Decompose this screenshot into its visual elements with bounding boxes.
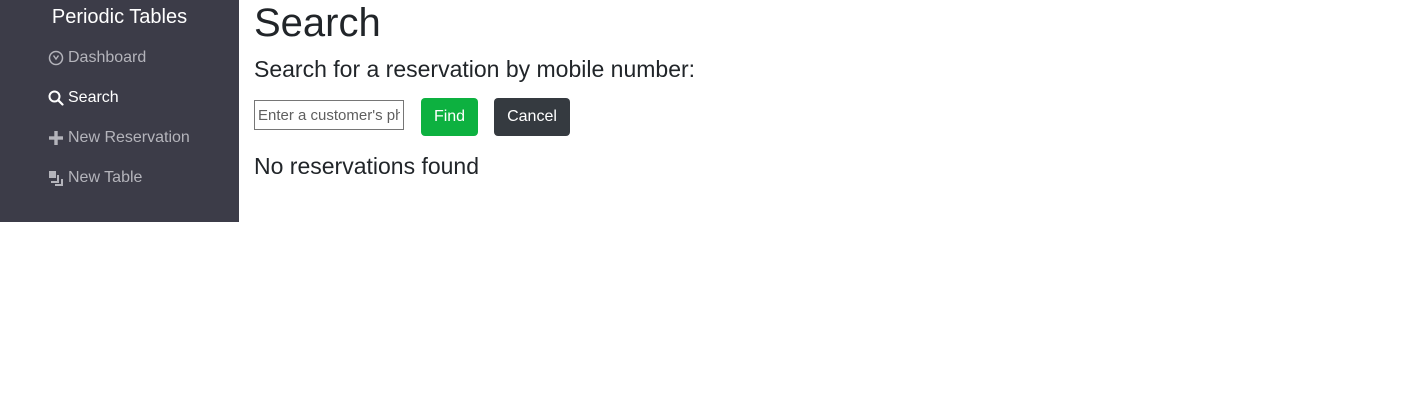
brand-title[interactable]: Periodic Tables: [0, 5, 239, 29]
sidebar-item-new-reservation[interactable]: New Reservation: [48, 127, 190, 149]
mobile-number-input[interactable]: [254, 100, 404, 130]
sidebar-item-dashboard[interactable]: Dashboard: [48, 47, 146, 69]
layers-icon: [48, 170, 64, 186]
sidebar-item-label: New Table: [68, 169, 143, 186]
search-icon: [48, 90, 64, 106]
cancel-button[interactable]: Cancel: [494, 98, 570, 136]
page-title: Search: [254, 1, 381, 45]
sidebar-item-label: Search: [68, 89, 119, 106]
dashboard-icon: [48, 50, 64, 66]
plus-icon: [48, 130, 64, 146]
sidebar: Periodic Tables Dashboard Search New Res…: [0, 0, 239, 222]
sidebar-item-label: Dashboard: [68, 49, 147, 66]
sidebar-item-search[interactable]: Search: [48, 87, 119, 109]
sidebar-item-label: New Reservation: [68, 129, 190, 146]
sidebar-item-new-table[interactable]: New Table: [48, 167, 142, 189]
find-button[interactable]: Find: [421, 98, 478, 136]
no-results-message: No reservations found: [254, 153, 480, 179]
search-subtitle: Search for a reservation by mobile numbe…: [254, 56, 696, 82]
